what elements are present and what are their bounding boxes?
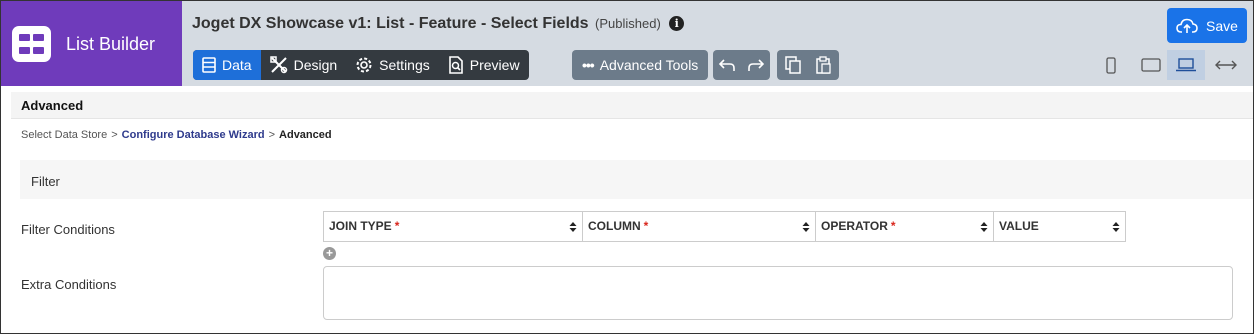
breadcrumb-item-configure-wizard[interactable]: Configure Database Wizard [122, 129, 265, 141]
column-header-join-type[interactable]: JOIN TYPE * [324, 212, 583, 241]
save-label: Save [1206, 17, 1238, 34]
tablet-icon [1141, 58, 1161, 72]
section-header: Advanced [11, 92, 1253, 119]
required-mark: * [394, 219, 400, 233]
redo-icon[interactable] [747, 57, 765, 73]
add-condition-icon[interactable]: + [323, 247, 336, 260]
filter-conditions-label: Filter Conditions [21, 222, 115, 237]
tab-design[interactable]: Design [261, 50, 347, 80]
design-tools-icon [269, 56, 287, 74]
arrows-horizontal-icon [1215, 60, 1237, 70]
copy-icon[interactable] [784, 56, 801, 74]
sort-icon [569, 222, 577, 232]
info-icon[interactable]: i [669, 16, 685, 31]
undo-redo-group [713, 50, 770, 80]
tab-preview-label: Preview [469, 57, 520, 73]
device-phone-button[interactable] [1092, 50, 1130, 80]
sort-icon [802, 222, 810, 232]
column-header-operator[interactable]: OPERATOR * [816, 212, 994, 241]
extra-conditions-label: Extra Conditions [21, 277, 117, 292]
copy-paste-group [777, 50, 839, 80]
advanced-tools-label: Advanced Tools [599, 57, 699, 73]
list-icon [202, 57, 216, 73]
column-header-column[interactable]: COLUMN * [583, 212, 816, 241]
filter-section-header: Filter [20, 160, 1253, 199]
column-header-value[interactable]: VALUE [994, 212, 1125, 241]
required-mark: * [890, 219, 896, 233]
top-bar: Joget DX Showcase v1: List - Feature - S… [182, 1, 1253, 86]
brand-title: List Builder [66, 34, 156, 54]
breadcrumb-item-current: Advanced [279, 129, 332, 141]
tab-design-label: Design [293, 57, 338, 73]
laptop-icon [1176, 58, 1196, 72]
device-tablet-button[interactable] [1132, 50, 1170, 80]
sort-icon [1112, 222, 1120, 232]
undo-icon[interactable] [718, 57, 736, 73]
section-title: Advanced [21, 98, 84, 113]
tab-preview[interactable]: Preview [439, 50, 529, 80]
app-title: Joget DX Showcase v1: List - Feature - S… [192, 15, 589, 32]
extra-conditions-textarea[interactable] [323, 266, 1233, 320]
breadcrumb-item-select-data-store[interactable]: Select Data Store [21, 129, 107, 141]
tab-settings[interactable]: Settings [346, 50, 439, 80]
gear-icon [356, 57, 372, 73]
brand-panel: List Builder [1, 1, 182, 86]
breadcrumb: Select Data Store > Configure Database Wiz… [21, 129, 332, 141]
list-builder-logo-icon [12, 26, 51, 62]
more-dots-icon: ••• [582, 57, 595, 73]
filter-conditions-table: JOIN TYPE * COLUMN * OPERATOR * VALUE [323, 211, 1126, 242]
sort-icon [980, 222, 988, 232]
required-mark: * [643, 219, 649, 233]
preview-icon [448, 56, 463, 74]
device-fullwidth-button[interactable] [1207, 50, 1245, 80]
save-button[interactable]: Save [1167, 8, 1247, 43]
advanced-tools-button[interactable]: ••• Advanced Tools [572, 50, 709, 80]
breadcrumb-separator: > [111, 129, 118, 141]
publish-status: (Published) [595, 16, 661, 31]
tab-data[interactable]: Data [193, 50, 261, 80]
phone-icon [1106, 56, 1116, 74]
tab-data-label: Data [222, 57, 252, 73]
app-frame: List Builder Joget DX Showcase v1: List … [0, 0, 1254, 334]
device-laptop-button[interactable] [1167, 50, 1205, 80]
breadcrumb-separator: > [268, 129, 276, 141]
app-title-line: Joget DX Showcase v1: List - Feature - S… [192, 15, 685, 33]
tab-settings-label: Settings [379, 57, 430, 73]
paste-icon[interactable] [815, 56, 832, 74]
builder-tabs: Data Design Settings Preview [193, 50, 529, 80]
filter-section-title: Filter [31, 174, 60, 189]
cloud-upload-icon [1176, 18, 1198, 33]
